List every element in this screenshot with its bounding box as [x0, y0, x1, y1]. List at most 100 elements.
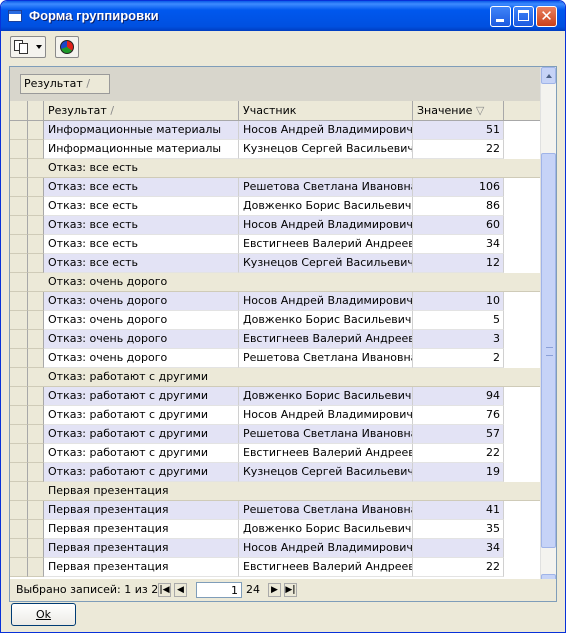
- table-row[interactable]: Информационные материалы Кузнецов Сергей …: [10, 140, 540, 159]
- row-indicator[interactable]: [10, 406, 28, 425]
- chart-button[interactable]: [55, 36, 79, 58]
- cell-result[interactable]: Информационные материалы: [44, 121, 239, 140]
- maximize-button[interactable]: [513, 6, 534, 27]
- table-row[interactable]: Отказ: работают с другими Довженко Борис …: [10, 387, 540, 406]
- row-indicator[interactable]: [10, 292, 28, 311]
- cell-result[interactable]: Отказ: все есть: [44, 197, 239, 216]
- table-row[interactable]: Первая презентация Решетова Светлана Иван…: [10, 501, 540, 520]
- cell-value[interactable]: 94: [413, 387, 504, 406]
- prev-record-button[interactable]: ◀: [174, 583, 187, 597]
- current-record-input[interactable]: [196, 582, 242, 598]
- cell-result[interactable]: Информационные материалы: [44, 140, 239, 159]
- table-row[interactable]: Отказ: очень дорого Евстигнеев Валерий Ан…: [10, 330, 540, 349]
- cell-result[interactable]: Первая презентация: [44, 539, 239, 558]
- cell-result[interactable]: Отказ: все есть: [44, 235, 239, 254]
- cell-value[interactable]: 22: [413, 444, 504, 463]
- group-row[interactable]: −Отказ: очень дорого: [10, 273, 540, 292]
- table-row[interactable]: Отказ: очень дорого Решетова Светлана Ива…: [10, 349, 540, 368]
- row-indicator[interactable]: [10, 539, 28, 558]
- cell-participant[interactable]: Решетова Светлана Ивановна: [239, 178, 413, 197]
- table-row[interactable]: Отказ: работают с другими Кузнецов Сергей…: [10, 463, 540, 482]
- row-indicator[interactable]: [10, 444, 28, 463]
- table-row[interactable]: Первая презентация Евстигнеев Валерий Анд…: [10, 558, 540, 577]
- row-indicator[interactable]: [10, 311, 28, 330]
- row-indicator[interactable]: [10, 368, 28, 387]
- cell-participant[interactable]: Носов Андрей Владимирович: [239, 121, 413, 140]
- cell-result[interactable]: Отказ: очень дорого: [44, 311, 239, 330]
- cell-value[interactable]: 10: [413, 292, 504, 311]
- table-row[interactable]: Отказ: все есть Евстигнеев Валерий Андрее…: [10, 235, 540, 254]
- cell-result[interactable]: Первая презентация: [44, 501, 239, 520]
- cell-participant[interactable]: Довженко Борис Васильевич: [239, 387, 413, 406]
- row-indicator[interactable]: [10, 197, 28, 216]
- column-header-value[interactable]: Значение ▽: [413, 101, 504, 120]
- table-row[interactable]: Отказ: все есть Кузнецов Сергей Васильеви…: [10, 254, 540, 273]
- cell-result[interactable]: Первая презентация: [44, 520, 239, 539]
- row-indicator[interactable]: [10, 273, 28, 292]
- cell-value[interactable]: 22: [413, 558, 504, 577]
- row-indicator[interactable]: [10, 425, 28, 444]
- copy-dropdown-button[interactable]: [10, 36, 46, 58]
- cell-value[interactable]: 51: [413, 121, 504, 140]
- cell-participant[interactable]: Кузнецов Сергей Васильевич: [239, 463, 413, 482]
- cell-result[interactable]: Первая презентация: [44, 558, 239, 577]
- cell-value[interactable]: 35: [413, 520, 504, 539]
- table-row[interactable]: Отказ: очень дорого Носов Андрей Владимир…: [10, 292, 540, 311]
- cell-result[interactable]: Отказ: работают с другими: [44, 463, 239, 482]
- cell-participant[interactable]: Носов Андрей Владимирович: [239, 216, 413, 235]
- table-row[interactable]: Отказ: работают с другими Евстигнеев Вале…: [10, 444, 540, 463]
- column-header-result[interactable]: Результат /: [44, 101, 239, 120]
- row-indicator[interactable]: [10, 216, 28, 235]
- vertical-scrollbar[interactable]: [540, 67, 556, 591]
- cell-value[interactable]: 22: [413, 140, 504, 159]
- row-indicator[interactable]: [10, 501, 28, 520]
- cell-value[interactable]: 86: [413, 197, 504, 216]
- cell-participant[interactable]: Кузнецов Сергей Васильевич: [239, 254, 413, 273]
- title-bar[interactable]: Форма группировки ✕: [1, 1, 565, 31]
- cell-value[interactable]: 60: [413, 216, 504, 235]
- cell-value[interactable]: 5: [413, 311, 504, 330]
- next-record-button[interactable]: ▶: [268, 583, 281, 597]
- row-indicator[interactable]: [10, 235, 28, 254]
- cell-participant[interactable]: Решетова Светлана Ивановна: [239, 349, 413, 368]
- cell-participant[interactable]: Довженко Борис Васильевич: [239, 311, 413, 330]
- cell-participant[interactable]: Довженко Борис Васильевич: [239, 520, 413, 539]
- cell-value[interactable]: 106: [413, 178, 504, 197]
- cell-participant[interactable]: Евстигнеев Валерий Андреевич: [239, 330, 413, 349]
- scrollbar-thumb[interactable]: [541, 153, 556, 548]
- close-button[interactable]: ✕: [536, 6, 557, 27]
- cell-value[interactable]: 34: [413, 539, 504, 558]
- table-row[interactable]: Отказ: работают с другими Решетова Светла…: [10, 425, 540, 444]
- group-row[interactable]: −Отказ: работают с другими: [10, 368, 540, 387]
- row-indicator[interactable]: [10, 558, 28, 577]
- cell-result[interactable]: Отказ: работают с другими: [44, 425, 239, 444]
- row-indicator[interactable]: [10, 140, 28, 159]
- cell-value[interactable]: 34: [413, 235, 504, 254]
- last-record-button[interactable]: ▶|: [284, 583, 297, 597]
- table-row[interactable]: Отказ: все есть Решетова Светлана Ивановн…: [10, 178, 540, 197]
- row-indicator[interactable]: [10, 254, 28, 273]
- cell-value[interactable]: 57: [413, 425, 504, 444]
- cell-participant[interactable]: Евстигнеев Валерий Андреевич: [239, 558, 413, 577]
- cell-value[interactable]: 19: [413, 463, 504, 482]
- cell-result[interactable]: Отказ: все есть: [44, 254, 239, 273]
- cell-participant[interactable]: Евстигнеев Валерий Андреевич: [239, 444, 413, 463]
- cell-participant[interactable]: Решетова Светлана Ивановна: [239, 501, 413, 520]
- cell-participant[interactable]: Носов Андрей Владимирович: [239, 406, 413, 425]
- cell-result[interactable]: Отказ: очень дорого: [44, 349, 239, 368]
- group-row[interactable]: −Первая презентация: [10, 482, 540, 501]
- ok-button[interactable]: Ok: [11, 603, 76, 626]
- cell-result[interactable]: Отказ: очень дорого: [44, 292, 239, 311]
- row-indicator[interactable]: [10, 330, 28, 349]
- row-indicator[interactable]: [10, 121, 28, 140]
- table-row[interactable]: Первая презентация Довженко Борис Василье…: [10, 520, 540, 539]
- cell-value[interactable]: 12: [413, 254, 504, 273]
- row-indicator[interactable]: [10, 178, 28, 197]
- table-row[interactable]: Отказ: все есть Довженко Борис Васильевич…: [10, 197, 540, 216]
- row-indicator[interactable]: [10, 520, 28, 539]
- cell-result[interactable]: Отказ: работают с другими: [44, 444, 239, 463]
- minimize-button[interactable]: [490, 6, 511, 27]
- table-row[interactable]: Первая презентация Носов Андрей Владимиро…: [10, 539, 540, 558]
- cell-value[interactable]: 76: [413, 406, 504, 425]
- table-row[interactable]: Отказ: работают с другими Носов Андрей Вл…: [10, 406, 540, 425]
